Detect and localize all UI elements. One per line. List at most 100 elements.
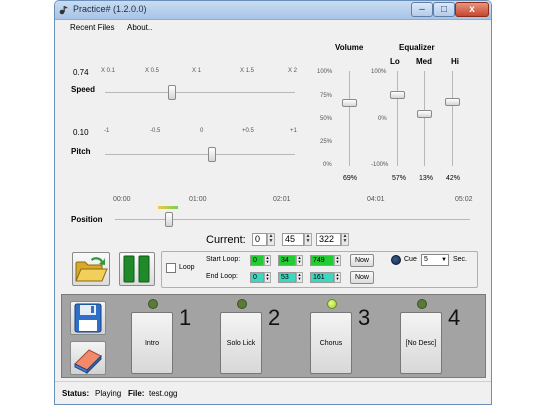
clear-markers-button[interactable] bbox=[70, 341, 106, 375]
volume-scale-75: 75% bbox=[320, 93, 333, 99]
marker-3-number: 3 bbox=[358, 305, 371, 330]
current-minutes-spinner[interactable]: ▲ ▼ bbox=[267, 233, 275, 246]
eq-lo-value: 57% bbox=[392, 175, 407, 182]
equalizer-label: Equalizer bbox=[399, 43, 435, 52]
speed-tick-3: X 1.5 bbox=[240, 68, 255, 74]
loop-region-marker bbox=[158, 206, 178, 209]
start-loop-min-spinner[interactable]: ▲ ▼ bbox=[264, 255, 271, 266]
pause-button[interactable] bbox=[119, 252, 155, 286]
marker-2-button[interactable]: Solo Lick bbox=[220, 312, 262, 374]
eq-hi-label: Hi bbox=[451, 57, 459, 66]
eq-hi-slider-thumb[interactable] bbox=[445, 98, 460, 106]
volume-scale-100: 100% bbox=[317, 69, 333, 75]
position-slider-thumb[interactable] bbox=[165, 212, 173, 227]
current-label: Current: bbox=[206, 234, 246, 246]
app-window: Practice# (1.2.0.0) – □ x Recent Files A… bbox=[54, 0, 492, 405]
current-millis-spinner[interactable]: ▲ ▼ bbox=[341, 233, 349, 246]
speed-tick-4: X 2 bbox=[288, 68, 298, 74]
eq-med-label: Med bbox=[416, 57, 432, 66]
pitch-slider-thumb[interactable] bbox=[208, 147, 216, 162]
eq-lo-slider-thumb[interactable] bbox=[390, 91, 405, 99]
marker-4-button[interactable]: [No Desc] bbox=[400, 312, 442, 374]
current-minutes-field[interactable]: 0 bbox=[252, 233, 267, 246]
file-value: test.ogg bbox=[149, 389, 178, 398]
start-loop-sec-spinner[interactable]: ▲ ▼ bbox=[296, 255, 303, 266]
marker-panel: Intro 1 Solo Lick 2 Chorus 3 [No Desc] 4 bbox=[61, 294, 486, 378]
cue-radio[interactable] bbox=[391, 255, 401, 265]
volume-slider-thumb[interactable] bbox=[342, 99, 357, 107]
start-loop-label: Start Loop: bbox=[206, 256, 241, 263]
start-loop-min-field[interactable]: 0 bbox=[250, 255, 264, 266]
save-markers-button[interactable] bbox=[70, 301, 106, 335]
volume-scale-25: 25% bbox=[320, 139, 333, 145]
marker-3-button[interactable]: Chorus bbox=[310, 312, 352, 374]
pause-icon bbox=[123, 255, 150, 283]
eq-lo-label: Lo bbox=[390, 57, 400, 66]
marker-4-number: 4 bbox=[448, 305, 461, 330]
eq-lo-slider-track[interactable] bbox=[397, 71, 398, 166]
marker-1-led bbox=[148, 299, 158, 309]
position-time-4: 05:02 bbox=[455, 196, 473, 203]
volume-slider-track[interactable] bbox=[349, 71, 350, 166]
speed-slider-track[interactable] bbox=[105, 92, 295, 93]
marker-1-number: 1 bbox=[179, 305, 192, 330]
menu-recent-files[interactable]: Recent Files bbox=[70, 23, 114, 32]
file-label: File: bbox=[128, 389, 145, 398]
current-millis-field[interactable]: 322 bbox=[316, 233, 341, 246]
eq-scale-neg100: -100% bbox=[371, 162, 389, 168]
end-loop-sec-spinner[interactable]: ▲ ▼ bbox=[296, 272, 303, 283]
start-loop-ms-spinner[interactable]: ▲ ▼ bbox=[334, 255, 341, 266]
cue-select-value: 5 bbox=[424, 256, 428, 263]
title-bar[interactable]: Practice# (1.2.0.0) – □ x bbox=[55, 1, 491, 20]
menu-about[interactable]: About.. bbox=[127, 23, 152, 32]
cue-label: Cue bbox=[404, 256, 417, 263]
volume-scale-50: 50% bbox=[320, 116, 333, 122]
current-seconds-spinner[interactable]: ▲ ▼ bbox=[304, 233, 312, 246]
end-loop-sec-field[interactable]: 53 bbox=[278, 272, 296, 283]
current-seconds-field[interactable]: 45 bbox=[282, 233, 304, 246]
eq-hi-slider-track[interactable] bbox=[452, 71, 453, 166]
marker-1-button[interactable]: Intro bbox=[131, 312, 173, 374]
pitch-slider-track[interactable] bbox=[105, 154, 295, 155]
pitch-tick-4: +1 bbox=[290, 128, 297, 134]
maximize-button[interactable]: □ bbox=[433, 2, 455, 17]
volume-scale-0: 0% bbox=[323, 162, 332, 168]
end-loop-ms-field[interactable]: 161 bbox=[310, 272, 334, 283]
eq-med-slider-thumb[interactable] bbox=[417, 110, 432, 118]
status-value: Playing bbox=[95, 389, 122, 398]
end-loop-label: End Loop: bbox=[206, 273, 238, 280]
speed-tick-1: X 0.5 bbox=[145, 68, 160, 74]
start-loop-now-button[interactable]: Now bbox=[350, 254, 374, 267]
open-file-button[interactable] bbox=[72, 252, 110, 286]
speed-value: 0.74 bbox=[73, 68, 89, 77]
minimize-button[interactable]: – bbox=[411, 2, 433, 17]
speed-slider-thumb[interactable] bbox=[168, 85, 176, 100]
eraser-icon bbox=[74, 349, 102, 375]
pitch-tick-0: -1 bbox=[104, 128, 110, 134]
marker-2-led bbox=[237, 299, 247, 309]
loop-checkbox[interactable] bbox=[166, 263, 176, 273]
speed-label: Speed bbox=[71, 85, 96, 94]
eq-med-slider-track[interactable] bbox=[424, 71, 425, 166]
cue-select[interactable]: 5 ▼ bbox=[421, 254, 449, 266]
marker-3-led bbox=[327, 299, 337, 309]
position-time-1: 01:00 bbox=[189, 196, 207, 203]
volume-label: Volume bbox=[335, 43, 364, 52]
volume-value: 69% bbox=[343, 175, 358, 182]
close-button[interactable]: x bbox=[455, 2, 489, 17]
floppy-disk-icon bbox=[74, 303, 102, 333]
position-time-3: 04:01 bbox=[367, 196, 385, 203]
eq-scale-0: 0% bbox=[378, 116, 387, 122]
start-loop-sec-field[interactable]: 34 bbox=[278, 255, 296, 266]
end-loop-now-button[interactable]: Now bbox=[350, 271, 374, 284]
eq-med-value: 13% bbox=[419, 175, 434, 182]
app-icon bbox=[59, 5, 69, 15]
end-loop-min-field[interactable]: 0 bbox=[250, 272, 264, 283]
pitch-tick-3: +0.5 bbox=[242, 128, 254, 134]
end-loop-min-spinner[interactable]: ▲ ▼ bbox=[264, 272, 271, 283]
end-loop-ms-spinner[interactable]: ▲ ▼ bbox=[334, 272, 341, 283]
position-label: Position bbox=[71, 215, 103, 224]
eq-hi-value: 42% bbox=[446, 175, 461, 182]
start-loop-ms-field[interactable]: 749 bbox=[310, 255, 334, 266]
pitch-tick-2: 0 bbox=[200, 128, 204, 134]
